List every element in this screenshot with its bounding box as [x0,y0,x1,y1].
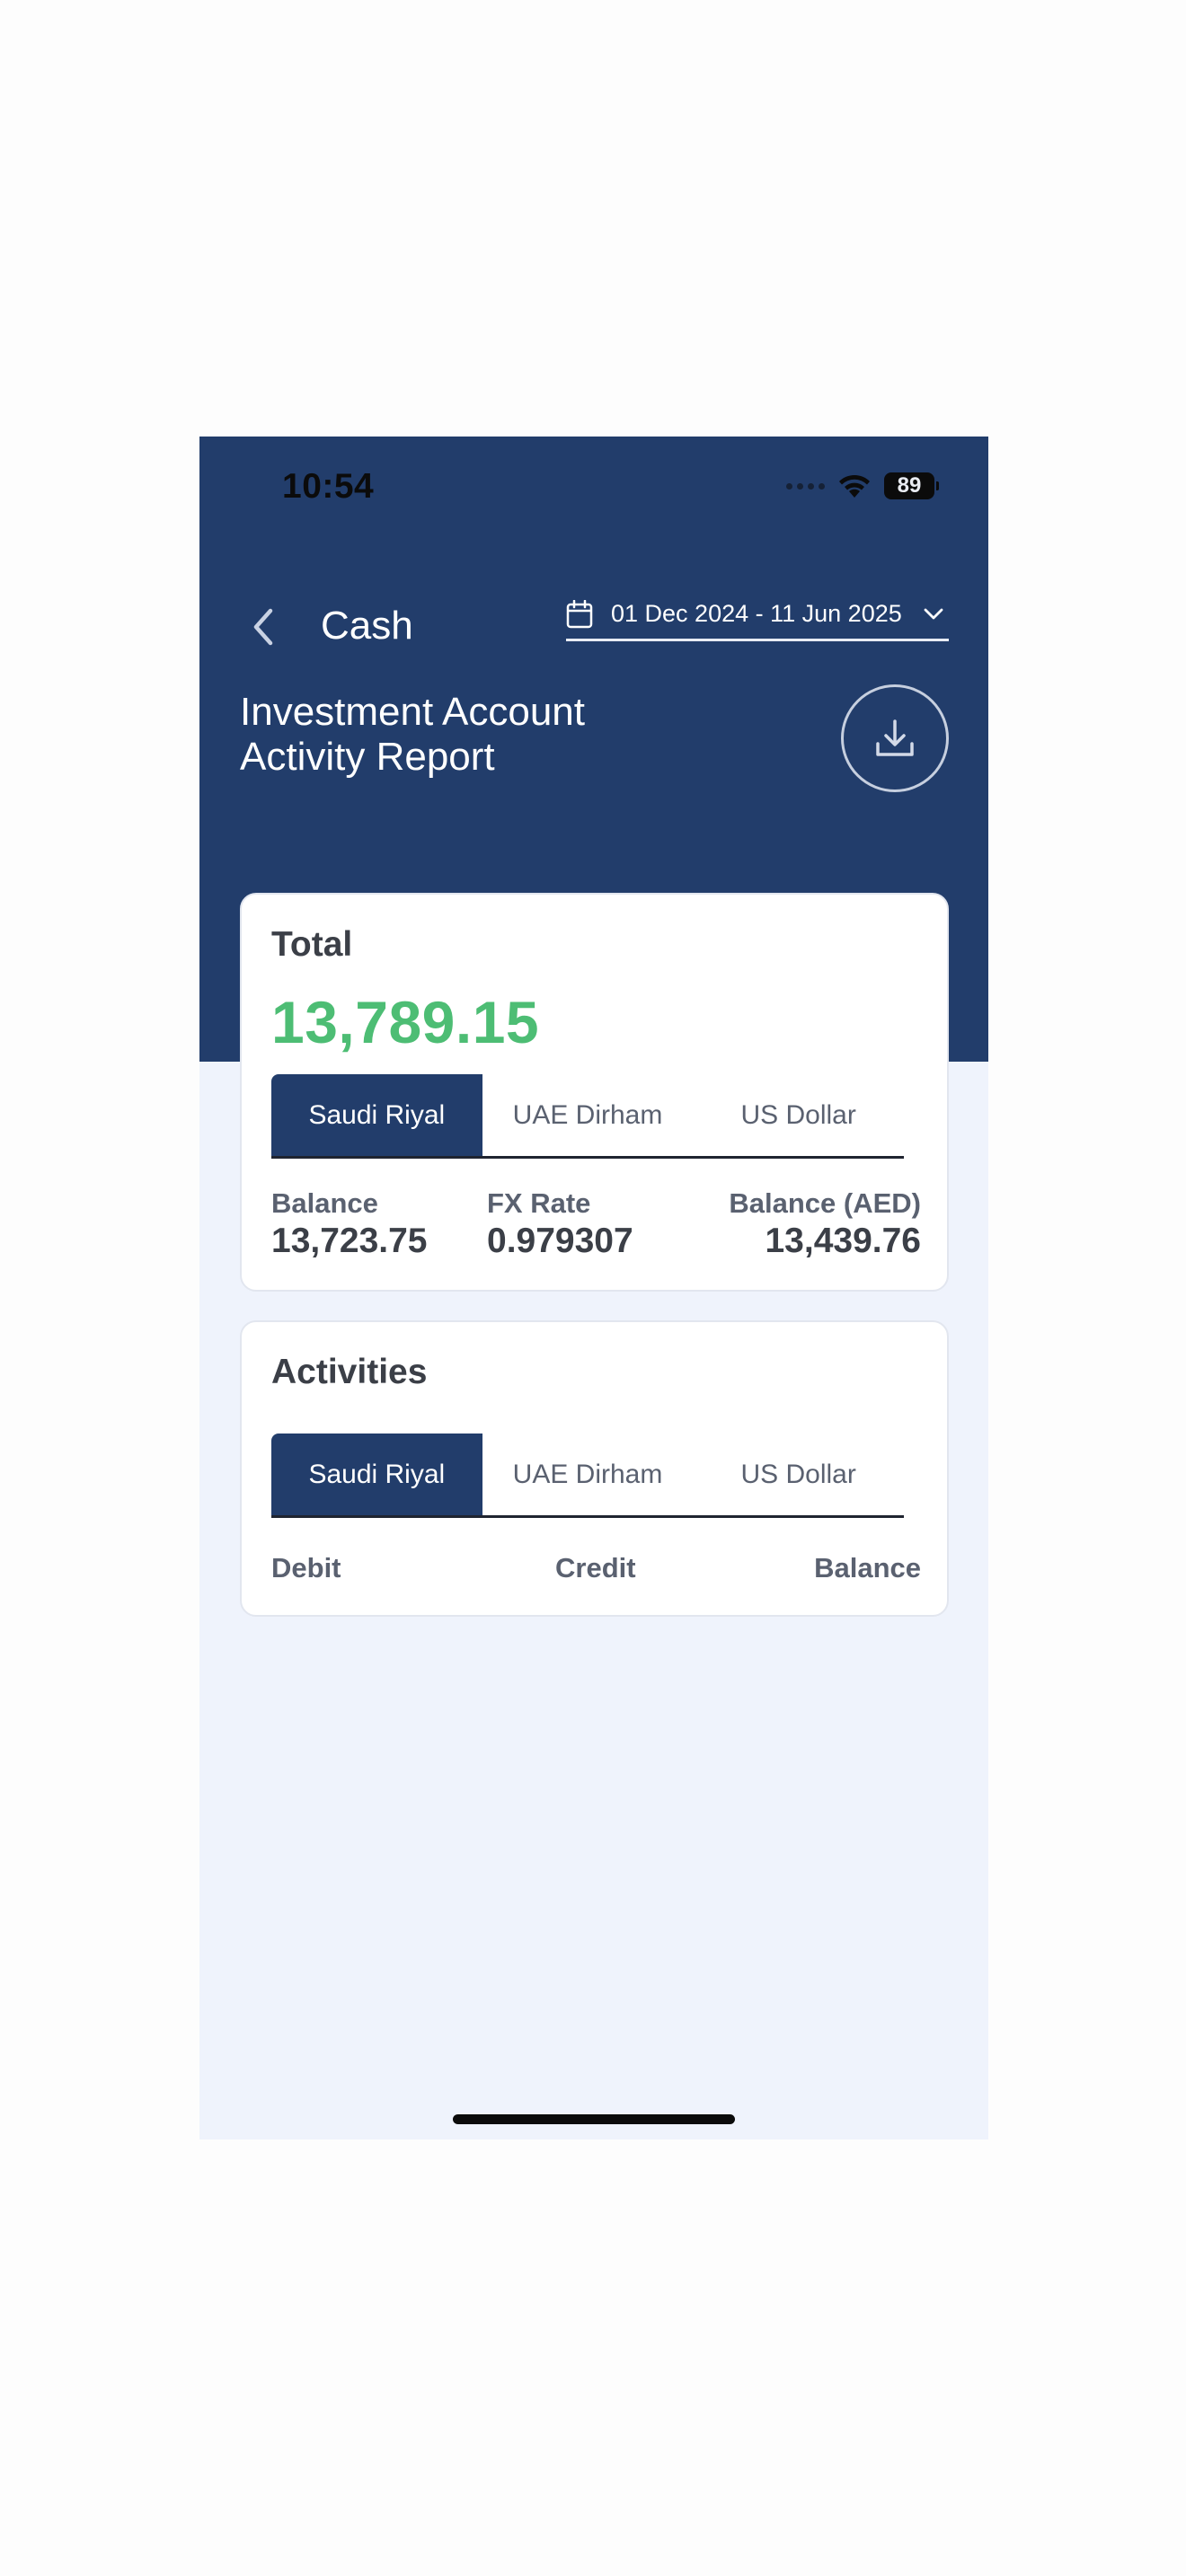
report-title-line1: Investment Account [240,690,585,734]
total-card: Total 13,789.15 Saudi Riyal UAE Dirham U… [240,893,949,1292]
credit-column-header: Credit [555,1552,636,1584]
chevron-left-icon [253,608,273,646]
activities-tab-saudi-riyal[interactable]: Saudi Riyal [271,1434,482,1515]
page-title: Cash [321,604,413,648]
tab-saudi-riyal[interactable]: Saudi Riyal [271,1074,482,1156]
balance-aed-value: 13,439.76 [765,1222,921,1260]
back-button[interactable] [237,600,291,654]
fx-rate-value: 0.979307 [487,1222,633,1260]
stat-values-row: 13,723.75 0.979307 13,439.76 [271,1222,921,1266]
battery-level: 89 [897,473,922,498]
balance-aed-label: Balance (AED) [729,1187,921,1219]
balance-label: Balance [271,1187,378,1219]
fx-rate-label: FX Rate [487,1187,591,1219]
report-title-line2: Activity Report [240,735,495,779]
activities-tab-uae-dirham[interactable]: UAE Dirham [482,1434,694,1515]
activities-heading: Activities [271,1353,428,1391]
total-amount: 13,789.15 [271,989,540,1055]
download-icon [876,719,914,756]
status-time: 10:54 [282,467,375,506]
wifi-icon [839,474,870,498]
date-range-picker[interactable]: 01 Dec 2024 - 11 Jun 2025 [566,589,949,641]
activities-tab-us-dollar[interactable]: US Dollar [693,1434,904,1515]
currency-tabs: Saudi Riyal UAE Dirham US Dollar [271,1074,904,1159]
app-screen: 10:54 89 Cash 01 Dec 2024 - 11 Jun 2025 … [199,437,988,2139]
date-range-text: 01 Dec 2024 - 11 Jun 2025 [611,600,902,627]
tab-us-dollar[interactable]: US Dollar [693,1074,904,1156]
total-heading: Total [271,925,353,964]
balance-value: 13,723.75 [271,1222,428,1260]
status-indicators: 89 [786,471,939,501]
stat-labels-row: Balance FX Rate Balance (AED) [271,1187,921,1223]
tab-uae-dirham[interactable]: UAE Dirham [482,1074,694,1156]
home-indicator[interactable] [453,2114,735,2124]
cellular-signal-icon [786,482,825,490]
report-title: Investment Account Activity Report [240,690,707,780]
activities-table-header: Debit Credit Balance [271,1552,921,1588]
download-button[interactable] [841,684,949,792]
calendar-icon [566,599,593,628]
balance-column-header: Balance [814,1552,921,1584]
chevron-down-icon [924,608,943,619]
debit-column-header: Debit [271,1552,341,1584]
battery-icon: 89 [884,472,939,499]
activities-currency-tabs: Saudi Riyal UAE Dirham US Dollar [271,1434,904,1518]
activities-card: Activities Saudi Riyal UAE Dirham US Dol… [240,1320,949,1617]
